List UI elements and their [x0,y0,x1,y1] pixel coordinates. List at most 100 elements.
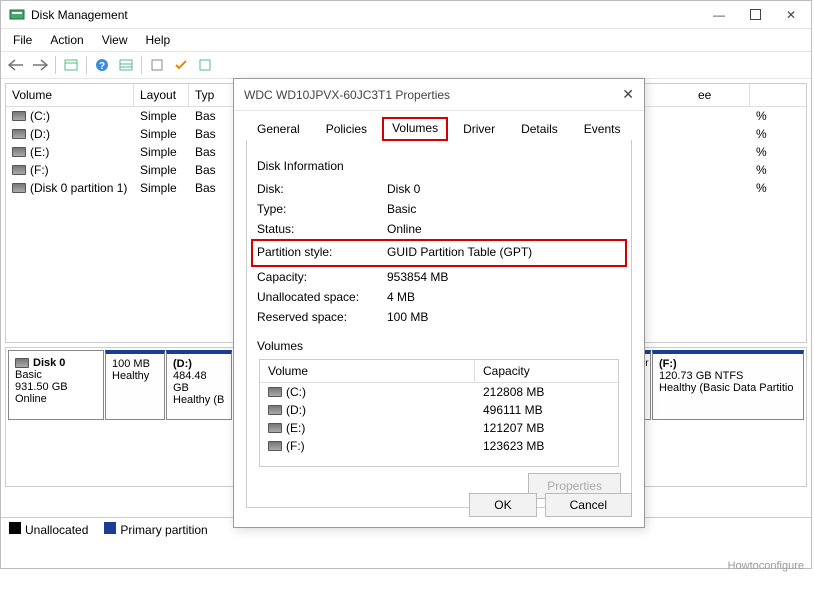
svg-text:?: ? [99,61,105,72]
col-layout[interactable]: Layout [134,84,189,106]
volume-row[interactable]: (C:) 212808 MB [260,383,618,401]
pct-cell: % [750,161,806,179]
partition-box[interactable]: (D:) 484.48 GB Healthy (B [166,350,232,420]
volume-row[interactable]: (E:) 121207 MB [260,419,618,437]
pct-cell: % [750,125,806,143]
volume-name: (E:) [30,145,49,159]
ps-label: Partition style: [257,245,387,259]
layout-cell: Simple [134,161,189,179]
menu-help[interactable]: Help [138,31,179,49]
dialog-footer: OK Cancel [469,493,632,517]
disk-name: Disk 0 [33,357,65,369]
volume-icon [268,405,282,415]
tab-details[interactable]: Details [510,117,569,141]
capacity-label: Capacity: [257,270,387,284]
volume-row[interactable]: (F:) 123623 MB [260,437,618,455]
dialog-titlebar: WDC WD10JPVX-60JC3T1 Properties ✕ [234,79,644,111]
col-volume[interactable]: Volume [6,84,134,106]
partition-box[interactable]: 100 MB Healthy [105,350,165,420]
volume-row[interactable]: (D:) 496111 MB [260,401,618,419]
volumes-section-title: Volumes [257,339,621,353]
vol-name: (D:) [286,403,306,417]
type-value: Basic [387,202,621,216]
volumes-list: Volume Capacity (C:) 212808 MB(D:) 49611… [259,359,619,467]
status-value: Online [387,222,621,236]
toolbar-check-icon[interactable] [170,54,192,76]
part-label: (F:) [659,358,797,370]
volume-icon [12,147,26,157]
back-button[interactable] [5,54,27,76]
tabs: General Policies Volumes Driver Details … [246,117,632,141]
pct-cell: % [750,107,806,125]
close-button[interactable]: ✕ [773,3,809,27]
vol-header-capacity[interactable]: Capacity [475,360,618,382]
volume-icon [268,423,282,433]
capacity-value: 953854 MB [387,270,621,284]
tab-general[interactable]: General [246,117,311,141]
tab-volumes[interactable]: Volumes [382,117,448,141]
cancel-button[interactable]: Cancel [545,493,632,517]
volume-icon [12,111,26,121]
toolbar-settings-icon[interactable] [146,54,168,76]
layout-cell: Simple [134,179,189,197]
part-size: 100 MB [112,358,158,370]
pct-cell: % [750,143,806,161]
volume-icon [12,129,26,139]
volume-name: (D:) [30,127,50,141]
volume-name: (C:) [30,109,50,123]
legend-primary: Primary partition [104,522,207,537]
reserved-label: Reserved space: [257,310,387,324]
volume-name: (Disk 0 partition 1) [30,181,127,195]
titlebar: Disk Management — ✕ [1,1,811,29]
tab-events[interactable]: Events [573,117,632,141]
vol-capacity: 496111 MB [475,402,551,418]
disk-size: 931.50 GB [15,381,97,393]
vol-capacity: 123623 MB [475,438,552,454]
vol-capacity: 212808 MB [475,384,552,400]
toolbar: ? [1,51,811,79]
vol-header-volume[interactable]: Volume [260,360,475,382]
ok-button[interactable]: OK [469,493,536,517]
window-title: Disk Management [31,8,701,22]
partition-box[interactable]: (F:) 120.73 GB NTFS Healthy (Basic Data … [652,350,804,420]
part-size: 484.48 GB [173,370,225,394]
volume-icon [12,183,26,193]
menu-action[interactable]: Action [42,31,91,49]
vol-capacity: 121207 MB [475,420,552,436]
disk-icon [15,358,29,368]
maximize-button[interactable] [737,3,773,27]
tab-driver[interactable]: Driver [452,117,506,141]
diskinfo-title: Disk Information [257,159,344,173]
tab-panel: Disk Information Disk:Disk 0 Type:Basic … [246,140,632,508]
disk-label: Disk: [257,182,387,196]
legend-unallocated: Unallocated [9,522,88,537]
vol-name: (C:) [286,385,306,399]
forward-button[interactable] [29,54,51,76]
volume-icon [12,165,26,175]
vol-name: (F:) [286,439,305,453]
partition-style-highlight: Partition style:GUID Partition Table (GP… [251,239,627,267]
help-icon[interactable]: ? [91,54,113,76]
menu-file[interactable]: File [5,31,40,49]
dialog-title: WDC WD10JPVX-60JC3T1 Properties [244,88,622,102]
toolbar-list-icon[interactable] [115,54,137,76]
toolbar-view-icon[interactable] [60,54,82,76]
toolbar-extra-icon[interactable] [194,54,216,76]
volume-icon [268,441,282,451]
col-free[interactable]: ee [692,84,750,106]
layout-cell: Simple [134,143,189,161]
part-status: Healthy (Basic Data Partitio [659,382,797,394]
menubar: File Action View Help [1,29,811,51]
app-icon [9,7,25,23]
layout-cell: Simple [134,125,189,143]
unalloc-label: Unallocated space: [257,290,387,304]
part-size: 120.73 GB NTFS [659,370,797,382]
col-pct[interactable] [750,84,806,106]
menu-view[interactable]: View [94,31,136,49]
minimize-button[interactable]: — [701,3,737,27]
layout-cell: Simple [134,107,189,125]
tab-policies[interactable]: Policies [315,117,378,141]
dialog-close-button[interactable]: ✕ [622,86,634,103]
ps-value: GUID Partition Table (GPT) [387,245,621,259]
disk-info[interactable]: Disk 0 Basic 931.50 GB Online [8,350,104,420]
